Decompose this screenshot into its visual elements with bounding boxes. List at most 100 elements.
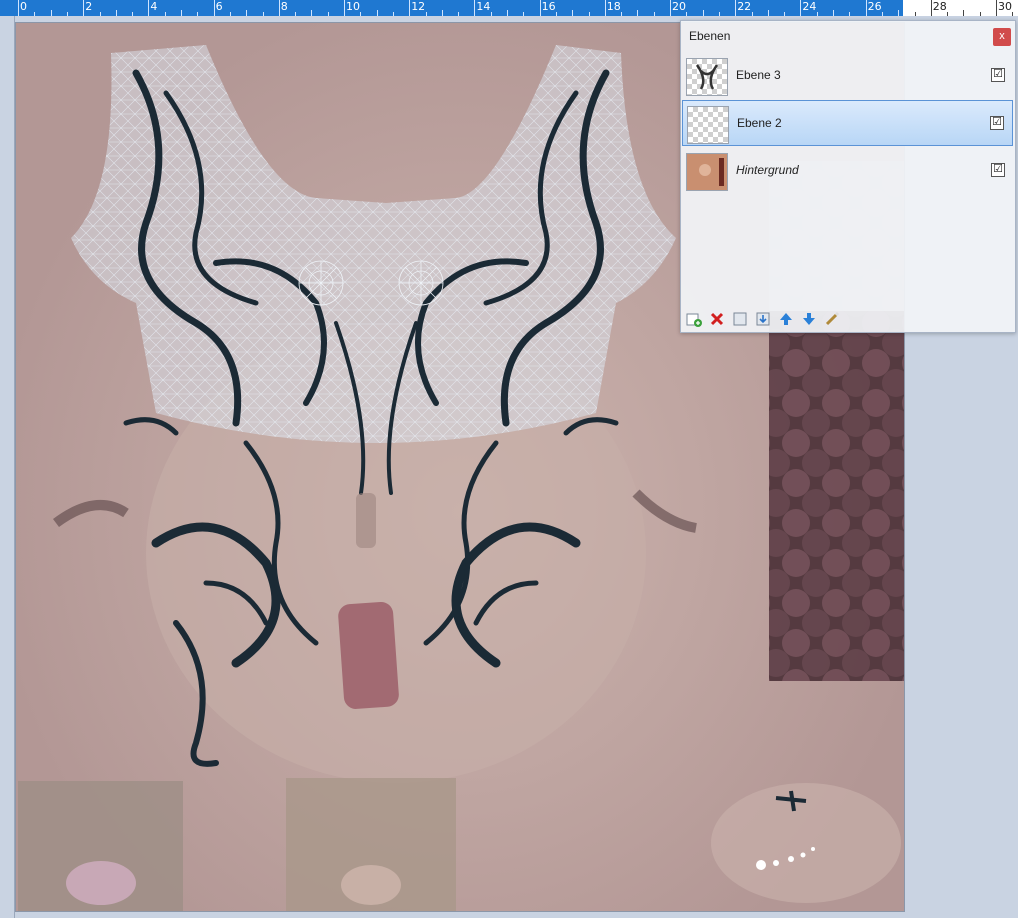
ruler-label: 16 [541, 0, 556, 13]
merge-down-icon[interactable] [754, 311, 772, 329]
ruler-tick [686, 12, 688, 16]
ruler-tick [344, 0, 345, 16]
ruler-tick [392, 12, 394, 16]
visibility-checkbox[interactable]: ☑ [991, 68, 1005, 82]
ruler-label: 10 [346, 0, 360, 13]
ruler-tick [425, 12, 427, 16]
ruler-tick [1012, 12, 1014, 16]
ruler-label: 6 [215, 0, 223, 13]
layer-name: Ebene 3 [736, 68, 781, 82]
ruler-label: 8 [280, 0, 288, 13]
ruler-tick [572, 10, 574, 16]
ruler-tick [441, 10, 443, 16]
ruler-label: 2 [85, 0, 93, 13]
ruler-tick [898, 10, 900, 16]
ruler-tick [996, 0, 997, 16]
ruler-tick [99, 12, 101, 16]
ruler-tick [784, 12, 786, 16]
ruler-tick [670, 0, 671, 16]
left-gutter [0, 16, 15, 918]
ruler-tick [849, 12, 851, 16]
delete-layer-icon[interactable] [708, 311, 726, 329]
ruler-tick [246, 10, 248, 16]
layer-name: Ebene 2 [737, 116, 782, 130]
ruler-tick [197, 12, 199, 16]
ruler-tick [718, 12, 720, 16]
ruler-tick [588, 12, 590, 16]
ruler-tick [18, 0, 19, 16]
ruler-label: 26 [867, 0, 882, 13]
ruler-tick [360, 12, 362, 16]
ruler-label: 28 [932, 0, 947, 13]
ruler-tick [735, 0, 737, 16]
ruler-tick [865, 0, 867, 16]
ruler-tick [979, 12, 981, 16]
ruler-tick [881, 12, 883, 16]
ruler-tick [474, 0, 476, 16]
ruler-tick [311, 10, 313, 16]
ruler-label: 20 [672, 0, 686, 13]
layer-properties-icon[interactable] [823, 311, 841, 329]
layer-thumbnail [687, 106, 729, 144]
ruler-tick [523, 12, 525, 16]
ruler-tick [229, 12, 231, 16]
layer-row-hintergrund[interactable]: Hintergrund ☑ [682, 148, 1013, 194]
pink-cylinder [338, 601, 399, 709]
visibility-checkbox[interactable]: ☑ [991, 163, 1005, 177]
ruler-tick [34, 12, 36, 16]
ruler-tick [409, 0, 411, 16]
ruler-tick [181, 10, 182, 16]
ruler-tick [621, 12, 623, 16]
layer-name: Hintergrund [736, 163, 799, 177]
duplicate-layer-icon[interactable] [731, 311, 749, 329]
ruler-tick [295, 12, 297, 16]
add-layer-icon[interactable] [685, 311, 703, 329]
ruler-tick [164, 12, 166, 16]
layer-thumbnail [686, 153, 728, 191]
ruler-tick [83, 0, 85, 16]
ruler-tick [262, 12, 264, 16]
ruler-tick [148, 0, 150, 16]
ruler-tick [376, 10, 378, 16]
ruler-tick [947, 12, 949, 16]
ruler-tick [800, 0, 802, 16]
horizontal-ruler[interactable]: 0 2 4 6 8 10 12 14 16 18 20 22 24 26 28 30 [0, 0, 1018, 16]
ruler-tick [132, 12, 134, 16]
ruler-label: 22 [737, 0, 752, 13]
ruler-tick [751, 12, 753, 16]
ruler-tick [66, 12, 68, 16]
layer-row-ebene-2[interactable]: Ebene 2 ☑ [682, 100, 1013, 146]
ruler-tick [50, 10, 52, 16]
ruler-label: 0 [20, 0, 27, 13]
visibility-checkbox[interactable]: ☑ [990, 116, 1004, 130]
ruler-tick [458, 12, 460, 16]
spider-web-left [298, 260, 344, 306]
move-up-icon[interactable] [777, 311, 795, 329]
ruler-tick [637, 10, 639, 16]
ruler-tick [914, 12, 916, 16]
layer-thumbnail [686, 58, 728, 96]
ruler-tick [278, 0, 280, 16]
ruler-tick [490, 12, 492, 16]
ruler-tick [213, 0, 215, 16]
layers-panel[interactable]: Ebenen x Ebene 3 ☑ Ebene 2 ☑ Hintergrund… [680, 20, 1016, 333]
layer-row-ebene-3[interactable]: Ebene 3 ☑ [682, 53, 1013, 99]
ruler-tick [930, 0, 932, 16]
ruler-label: 12 [411, 0, 426, 13]
ruler-tick [816, 12, 818, 16]
ruler-label: 4 [150, 0, 158, 13]
ruler-tick [963, 10, 965, 16]
panel-title: Ebenen [689, 29, 731, 43]
ruler-tick [833, 10, 834, 16]
move-down-icon[interactable] [800, 311, 818, 329]
ruler-tick [115, 10, 117, 16]
close-button[interactable]: x [993, 28, 1011, 46]
ruler-tick [604, 0, 606, 16]
ruler-tick [539, 0, 541, 16]
ruler-tick [327, 12, 329, 16]
ruler-tick [702, 10, 704, 16]
ruler-tick [767, 10, 769, 16]
ruler-label: 24 [802, 0, 817, 13]
ruler-tick [507, 10, 508, 16]
ruler-tick [555, 12, 557, 16]
